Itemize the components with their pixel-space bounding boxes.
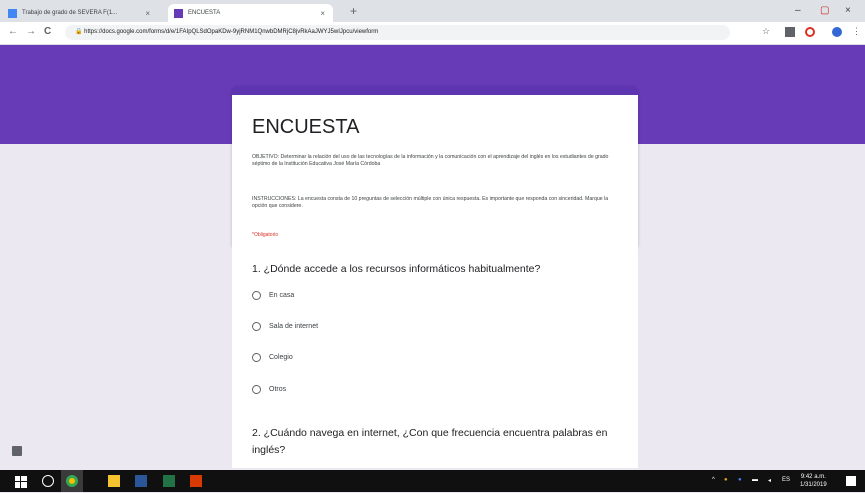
required-note: *Obligatorio: [252, 232, 279, 238]
notification-icon[interactable]: [846, 476, 856, 486]
question-2: 2. ¿Cuándo navega en internet, ¿Con que …: [252, 427, 608, 456]
maximize-button[interactable]: ▢: [820, 5, 829, 16]
option-label: Otros: [269, 386, 287, 393]
opera-icon[interactable]: [805, 27, 815, 37]
new-tab-button[interactable]: +: [350, 4, 357, 18]
tab-label: Trabajo de grado de SEVERA F(1...: [22, 10, 118, 16]
option-en-casa[interactable]: En casa: [252, 291, 294, 300]
close-window-button[interactable]: ×: [845, 5, 851, 16]
back-button[interactable]: ←: [8, 26, 18, 37]
file-explorer-icon[interactable]: [108, 475, 120, 487]
minimize-button[interactable]: –: [795, 5, 801, 16]
search-icon[interactable]: [42, 475, 54, 487]
powerpoint-icon[interactable]: [190, 475, 202, 487]
forms-icon: [174, 8, 183, 18]
extension-icon[interactable]: [785, 27, 795, 37]
option-sala-de-internet[interactable]: Sala de internet: [252, 322, 318, 331]
excel-icon[interactable]: [163, 475, 175, 487]
option-label: En casa: [269, 292, 295, 299]
tray-network-icon[interactable]: ●: [738, 477, 742, 483]
feedback-icon[interactable]: [12, 446, 22, 456]
close-tab-icon[interactable]: ×: [320, 9, 325, 18]
lock-icon: 🔒: [75, 29, 85, 35]
option-label: Colegio: [269, 354, 293, 361]
address-bar[interactable]: 🔒 https://docs.google.com/forms/d/e/1FAI…: [65, 25, 730, 40]
option-otros[interactable]: Otros: [252, 385, 286, 394]
clock[interactable]: 9:42 a.m. 1/31/2019: [800, 473, 827, 489]
radio-icon[interactable]: [252, 291, 261, 300]
sheets-icon: [8, 8, 17, 18]
chrome-icon[interactable]: [66, 475, 78, 487]
word-icon[interactable]: [135, 475, 147, 487]
clock-date: 1/31/2019: [800, 482, 827, 488]
tab-strip: Trabajo de grado de SEVERA F(1... × ENCU…: [0, 0, 865, 22]
question-1: 1. ¿Dónde accede a los recursos informát…: [252, 263, 541, 275]
tab-trabajo[interactable]: Trabajo de grado de SEVERA F(1... ×: [8, 4, 158, 22]
profile-avatar[interactable]: [832, 27, 842, 37]
tray-battery-icon[interactable]: ▬: [752, 477, 758, 483]
form-title: ENCUESTA: [252, 116, 360, 138]
tray-volume-icon[interactable]: ◂: [768, 477, 771, 484]
form-instructions: INSTRUCCIONES: La encuesta consta de 10 …: [252, 196, 609, 209]
clock-time: 9:42 a.m.: [800, 474, 826, 480]
close-tab-icon[interactable]: ×: [145, 9, 150, 18]
windows-start-icon[interactable]: [15, 475, 27, 488]
forward-button[interactable]: →: [26, 26, 36, 37]
tab-label: ENCUESTA: [188, 10, 221, 16]
tray-app-icon[interactable]: ●: [724, 477, 728, 483]
reload-button[interactable]: C: [44, 26, 51, 37]
form-objective: OBJETIVO: Determinar la relación del uso…: [252, 154, 609, 167]
radio-icon[interactable]: [252, 353, 261, 362]
menu-icon[interactable]: ⋮: [852, 26, 862, 36]
tray-chevron-icon[interactable]: ^: [712, 477, 715, 483]
star-icon[interactable]: ☆: [762, 26, 772, 36]
url-text: https://docs.google.com/forms/d/e/1FAIpQ…: [84, 29, 379, 35]
tab-encuesta[interactable]: ENCUESTA ×: [168, 4, 333, 22]
radio-icon[interactable]: [252, 322, 261, 331]
option-colegio[interactable]: Colegio: [252, 353, 293, 362]
radio-icon[interactable]: [252, 385, 261, 394]
tray-language-icon[interactable]: ES: [782, 477, 790, 483]
taskbar: ^ ● ● ▬ ◂ ES 9:42 a.m. 1/31/2019: [0, 470, 865, 492]
option-label: Sala de internet: [269, 323, 319, 330]
toolbar: ← → C 🔒 https://docs.google.com/forms/d/…: [0, 22, 865, 45]
